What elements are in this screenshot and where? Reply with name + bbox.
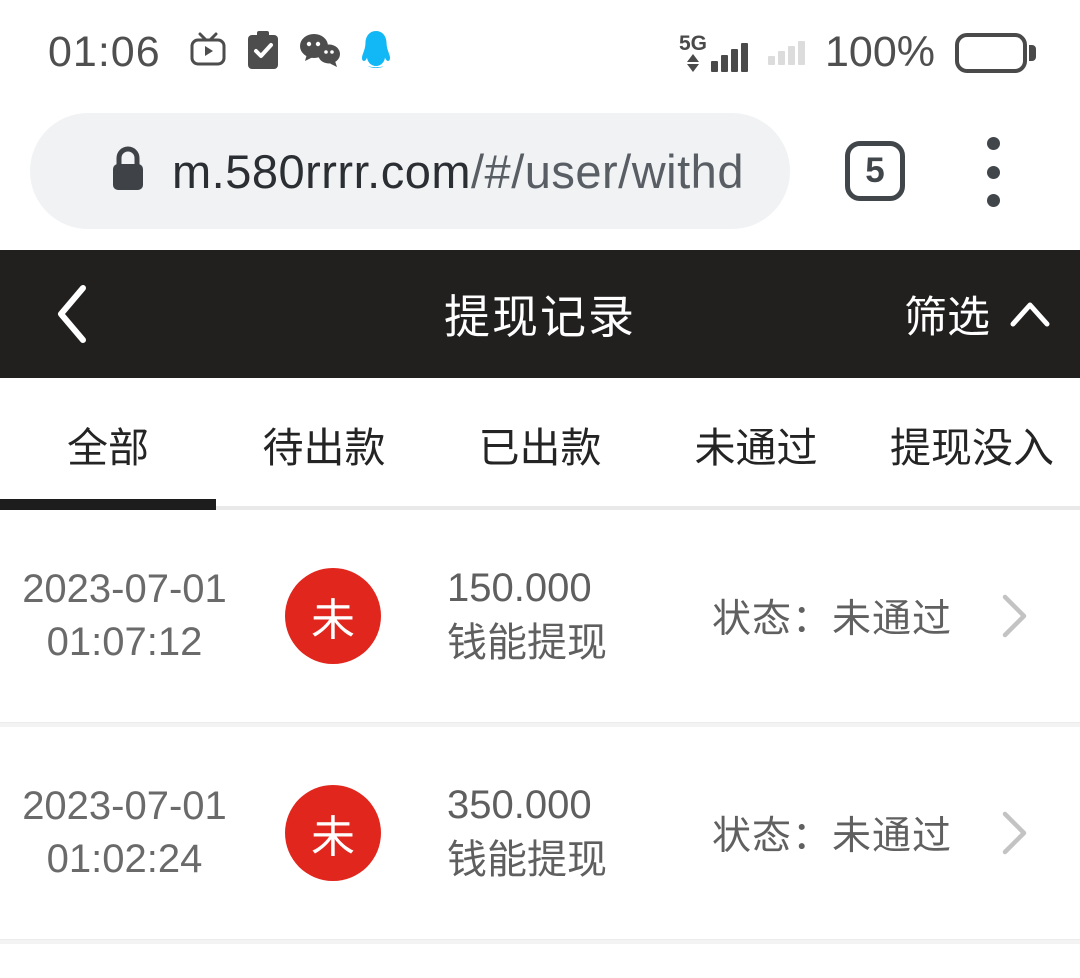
kebab-dot <box>987 137 1000 150</box>
kebab-dot <box>987 194 1000 207</box>
record-channel: 钱能提现 <box>447 833 607 888</box>
record-row[interactable]: 2023-07-01 01:02:24 未 350.000 钱能提现 状态：未通… <box>0 727 1080 939</box>
status-bar: 01:06 <box>0 0 1080 95</box>
tab-all[interactable]: 全部 <box>0 378 216 510</box>
record-datetime: 2023-07-01 01:02:24 <box>22 780 227 886</box>
record-date: 2023-07-01 <box>22 780 227 833</box>
record-time: 01:07:12 <box>22 616 227 669</box>
status-badge: 未 <box>285 785 381 881</box>
status-bar-right: 5G 100% <box>679 28 1036 77</box>
tab-not-passed[interactable]: 未通过 <box>648 378 864 510</box>
notification-icons <box>189 30 391 75</box>
signal-sim2-icon <box>768 41 805 65</box>
status-badge: 未 <box>285 568 381 664</box>
tab-label: 提现没入 <box>890 414 1054 474</box>
clock-text: 01:06 <box>48 28 161 77</box>
browser-menu-button[interactable] <box>986 137 1000 207</box>
filter-tab-bar: 全部 待出款 已出款 未通过 提现没入 <box>0 378 1080 510</box>
withdrawal-record-list: 2023-07-01 01:07:12 未 150.000 钱能提现 状态：未通… <box>0 510 1080 978</box>
tv-app-icon <box>189 32 227 73</box>
record-channel: 钱能提现 <box>447 616 607 671</box>
tab-switcher-button[interactable]: 5 <box>845 141 905 201</box>
kebab-dot <box>987 166 1000 179</box>
record-row[interactable]: 2023-07-01 01:07:12 未 150.000 钱能提现 状态：未通… <box>0 510 1080 722</box>
record-time: 01:02:24 <box>22 833 227 886</box>
qq-icon <box>361 30 391 75</box>
tab-paid-out[interactable]: 已出款 <box>432 378 648 510</box>
record-amount-block: 350.000 钱能提现 <box>447 778 607 888</box>
tab-label: 未通过 <box>695 414 818 474</box>
url-path: /#/user/withd <box>471 145 744 198</box>
record-row-partial <box>0 944 1080 978</box>
signal-5g-icon: 5G <box>679 34 748 72</box>
filter-button[interactable]: 筛选 <box>904 250 1052 378</box>
tab-count: 5 <box>865 151 884 191</box>
tab-label: 全部 <box>67 414 149 474</box>
lock-icon <box>108 143 148 200</box>
record-status: 状态：未通过 <box>712 805 952 861</box>
chevron-up-icon <box>1008 300 1052 328</box>
filter-label: 筛选 <box>904 283 990 345</box>
record-amount: 350.000 <box>447 778 607 833</box>
tab-confiscated[interactable]: 提现没入 <box>864 378 1080 510</box>
mobile-screen: 01:06 <box>0 0 1080 978</box>
tab-label: 待出款 <box>263 414 386 474</box>
chevron-right-icon <box>998 809 1030 857</box>
record-datetime: 2023-07-01 01:07:12 <box>22 563 227 669</box>
browser-toolbar: m.580rrrr.com/#/user/withd 5 <box>0 95 1080 250</box>
network-type-label: 5G <box>679 34 707 54</box>
record-amount: 150.000 <box>447 561 607 616</box>
chevron-right-icon <box>998 592 1030 640</box>
task-check-icon <box>247 31 279 74</box>
record-amount-block: 150.000 钱能提现 <box>447 561 607 671</box>
url-text: m.580rrrr.com/#/user/withd <box>172 144 744 199</box>
page-header: 提现记录 筛选 <box>0 250 1080 378</box>
battery-percent-text: 100% <box>825 28 935 77</box>
tab-label: 已出款 <box>479 414 602 474</box>
tab-pending-payout[interactable]: 待出款 <box>216 378 432 510</box>
address-bar[interactable]: m.580rrrr.com/#/user/withd <box>30 113 790 229</box>
wechat-icon <box>299 32 341 73</box>
record-status: 状态：未通过 <box>712 588 952 644</box>
battery-icon <box>955 33 1036 73</box>
record-date: 2023-07-01 <box>22 563 227 616</box>
url-domain: m.580rrrr.com <box>172 145 471 198</box>
